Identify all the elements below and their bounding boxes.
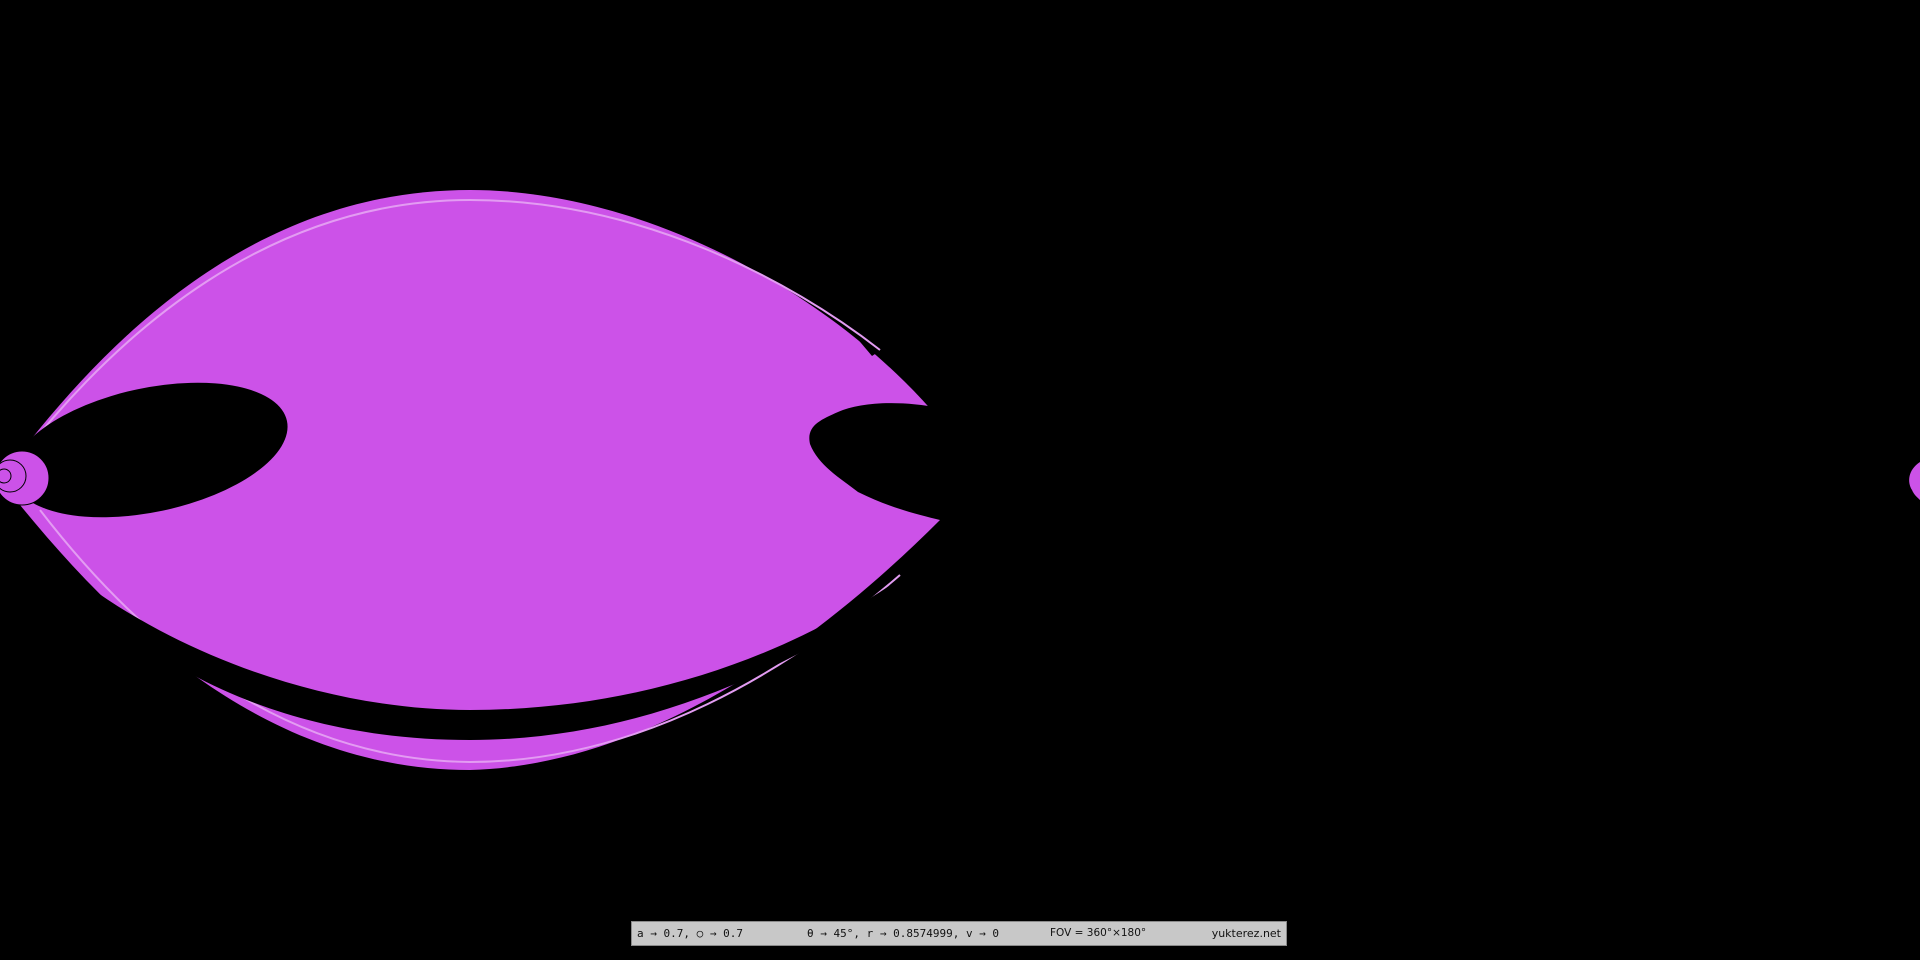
field-of-view: FOV = 360°×180° — [1050, 927, 1147, 939]
orbit-params: θ → 45°, r → 0.8574999, v → 0 — [807, 927, 1000, 940]
status-bar: a → 0.7, ○ → 0.7 θ → 45°, r → 0.8574999,… — [631, 921, 1287, 946]
black-hole-shadow-render — [0, 190, 1920, 770]
right-edge-lobe — [1909, 462, 1920, 500]
spin-charge-params: a → 0.7, ○ → 0.7 — [637, 927, 743, 940]
render-viewport — [0, 0, 1920, 960]
site-credit: yukterez.net — [1211, 927, 1281, 940]
left-small-ring — [0, 450, 50, 506]
